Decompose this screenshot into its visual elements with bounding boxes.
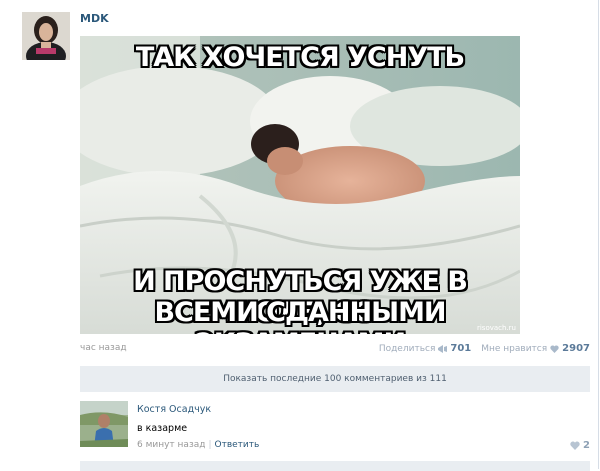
- comment-text: в казарме: [137, 423, 188, 434]
- heart-icon: [550, 344, 559, 353]
- meme-watermark: risovach.ru: [476, 324, 516, 332]
- like-button[interactable]: Мне нравится 2907: [481, 343, 590, 354]
- comment-author-avatar[interactable]: [80, 401, 128, 447]
- meme-top-text: ТАК ХОЧЕТСЯ УСНУТЬ: [135, 42, 465, 73]
- post-image[interactable]: ТАК ХОЧЕТСЯ УСНУТЬ И ПРОСНУТЬСЯ УЖЕ В ИЮ…: [80, 36, 520, 334]
- post-actions: Поделиться 701 Мне нравится 2907: [369, 343, 590, 354]
- author-avatar[interactable]: [22, 12, 70, 60]
- share-count: 701: [450, 343, 472, 354]
- megaphone-icon: [438, 344, 448, 353]
- comment-meta: 6 минут назад | Ответить: [137, 440, 259, 450]
- like-count: 2907: [562, 343, 590, 354]
- reply-link[interactable]: Ответить: [215, 440, 260, 450]
- comment-like-count: 2: [583, 440, 590, 451]
- share-button[interactable]: Поделиться 701: [379, 343, 471, 354]
- comment-input-bar[interactable]: [80, 461, 590, 471]
- share-label: Поделиться: [378, 343, 436, 354]
- comment-timestamp[interactable]: 6 минут назад: [137, 440, 205, 450]
- show-more-comments-button[interactable]: Показать последние 100 комментариев из 1…: [80, 366, 590, 392]
- meme-bottom-text-line2: ВСЕМИ СДАННЫМИ ЭКЗАМЕНАМИ: [154, 297, 446, 334]
- heart-icon: [570, 441, 580, 450]
- post-author[interactable]: MDK: [80, 12, 109, 25]
- comment-meta-separator: |: [208, 440, 212, 450]
- comment-like-button[interactable]: 2: [570, 440, 590, 451]
- like-label: Мне нравится: [481, 343, 548, 354]
- comment-author-name[interactable]: Костя Осадчук: [137, 404, 211, 415]
- post-timestamp[interactable]: час назад: [80, 343, 127, 353]
